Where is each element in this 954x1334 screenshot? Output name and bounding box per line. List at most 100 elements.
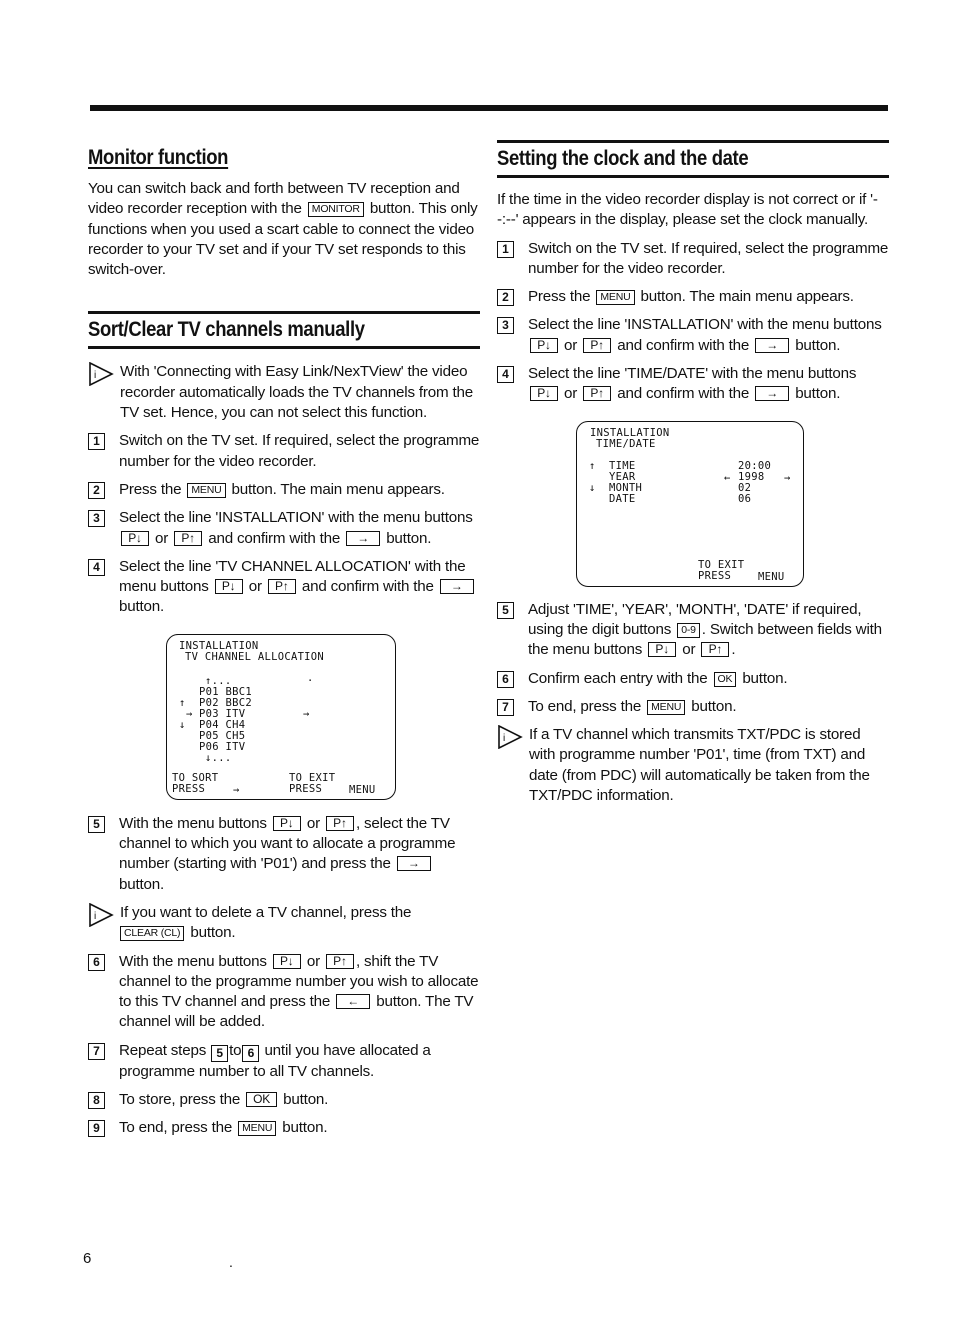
text: Repeat steps (119, 1041, 207, 1059)
cursor-arrow-icon: → (303, 707, 310, 720)
digit-keys: 0-9 (677, 622, 700, 638)
clock-step-6: 6 Confirm each entry with the OK button. (497, 669, 889, 689)
sort-step-2: 2 Press the MENU button. The main menu a… (88, 480, 480, 500)
step-number: 8 (88, 1092, 105, 1110)
p-down-key: P↓ (272, 815, 301, 831)
sort-press-label: PRESS (172, 782, 206, 795)
text: and confirm with the (617, 385, 750, 403)
step-text: Switch on the TV set. If required, selec… (528, 239, 889, 277)
text: button. (282, 1119, 328, 1137)
text: With the menu buttons (119, 814, 267, 832)
text: button. (283, 1091, 329, 1109)
svg-text:i: i (94, 911, 96, 922)
step-text: With the menu buttons P↓ or P↑, shift th… (119, 952, 480, 1033)
step-number: 7 (88, 1042, 105, 1060)
step-text: Press the MENU button. The main menu app… (119, 480, 480, 500)
sort-info-2: i If you want to delete a TV channel, pr… (88, 902, 480, 944)
field-value-date: 06 (738, 492, 752, 505)
clock-step-3: 3 Select the line 'INSTALLATION' with th… (497, 315, 889, 356)
text: button. (795, 385, 841, 403)
clock-step-4: 4 Select the line 'TIME/DATE' with the m… (497, 364, 889, 405)
text: and confirm with the (617, 336, 750, 354)
step-ref: 5 (211, 1044, 229, 1062)
step-text: To store, press the OK button. (119, 1090, 480, 1110)
text: and confirm with the (208, 529, 341, 547)
svg-text:i: i (503, 733, 505, 744)
text: button. (119, 875, 165, 893)
step-number: 1 (497, 240, 514, 258)
monitor-title: Monitor function (88, 146, 229, 169)
monitor-text: You can switch back and forth between TV… (88, 179, 480, 280)
step-number: 5 (88, 815, 105, 833)
sort-step-1: 1 Switch on the TV set. If required, sel… (88, 431, 480, 472)
clock-step-2: 2 Press the MENU button. The main menu a… (497, 287, 889, 307)
step-number: 7 (497, 698, 514, 716)
sort-step-6: 6 With the menu buttons P↓ or P↑, shift … (88, 952, 480, 1033)
time-date-screen: INSTALLATION TIME/DATE ↑ TIME 20:00 YEAR… (576, 420, 804, 587)
text: To store, press the (119, 1091, 241, 1109)
more-below: ↓... (205, 751, 232, 764)
down-arrow-icon: ↓ (179, 718, 186, 731)
sort-info-2-text: If you want to delete a TV channel, pres… (120, 903, 480, 944)
right-arrow-key: → (346, 530, 381, 546)
text: button. The main menu appears. (231, 480, 445, 498)
p-down-key: P↓ (648, 642, 677, 658)
sort-step-4: 4 Select the line 'TV CHANNEL ALLOCATION… (88, 557, 480, 618)
menu-key: MENU (238, 1121, 277, 1137)
p-down-key: P↓ (530, 386, 558, 402)
p-up-key: P↑ (583, 386, 612, 402)
screen-subtitle: TV CHANNEL ALLOCATION (185, 650, 325, 663)
text: or (155, 529, 169, 547)
step-text: Adjust 'TIME', 'YEAR', 'MONTH', 'DATE' i… (528, 600, 889, 661)
step-number: 5 (497, 601, 514, 619)
text: or (248, 578, 262, 596)
step-text: Select the line 'TV CHANNEL ALLOCATION' … (119, 557, 480, 618)
step-text: To end, press the MENU button. (119, 1118, 480, 1138)
p-up-key: P↑ (174, 530, 203, 546)
p-down-key: P↓ (121, 530, 149, 546)
sort-arrow-icon: → (233, 783, 240, 796)
svg-text:i: i (94, 370, 96, 381)
p-up-key: P↑ (325, 815, 354, 831)
step-number: 1 (88, 433, 105, 451)
text: To end, press the (528, 697, 642, 715)
step-number: 2 (497, 289, 514, 307)
right-arrow-key: → (439, 579, 474, 595)
step-number: 4 (497, 366, 514, 384)
clock-info: i If a TV channel which transmits TXT/PD… (497, 725, 889, 806)
step-number: 3 (88, 510, 105, 528)
text: or (306, 814, 320, 832)
step-text: Select the line 'INSTALLATION' with the … (528, 315, 889, 356)
stray-mark: . (229, 1254, 233, 1270)
sort-info-1-text: With 'Connecting with Easy Link/NexTView… (120, 363, 473, 422)
clock-step-7: 7 To end, press the MENU button. (497, 697, 889, 717)
text: button. (742, 669, 788, 687)
step-number: 3 (497, 317, 514, 335)
info-icon: i (89, 902, 114, 927)
text: or (306, 952, 320, 970)
field-label-date: DATE (609, 492, 636, 505)
top-rule (90, 105, 888, 111)
up-arrow-icon: ↑ (179, 696, 186, 709)
step-number: 6 (88, 953, 105, 971)
text: button. (691, 697, 737, 715)
step-number: 6 (497, 670, 514, 688)
down-arrow-icon: ↓ (589, 481, 596, 494)
text: Select the line 'TIME/DATE' with the men… (528, 365, 857, 383)
step-text: Switch on the TV set. If required, selec… (119, 432, 480, 470)
p-down-key: P↓ (272, 953, 301, 969)
text: to (229, 1041, 242, 1059)
clock-step-5: 5 Adjust 'TIME', 'YEAR', 'MONTH', 'DATE'… (497, 600, 889, 661)
sort-step-3: 3 Select the line 'INSTALLATION' with th… (88, 508, 480, 549)
step-text: Select the line 'INSTALLATION' with the … (119, 508, 480, 549)
text: button. (119, 598, 165, 616)
channel-allocation-screen: INSTALLATION TV CHANNEL ALLOCATION ↑... … (166, 633, 396, 800)
menu-key: MENU (187, 482, 226, 498)
exit-press-label: PRESS (289, 782, 323, 795)
p-down-key: P↓ (214, 579, 243, 595)
prog: P06 (199, 740, 219, 753)
text: or (564, 385, 578, 403)
text: To end, press the (119, 1119, 233, 1137)
clear-key: CLEAR (CL) (120, 926, 185, 942)
sort-section: Sort/Clear TV channels manually i With '… (88, 311, 480, 1138)
